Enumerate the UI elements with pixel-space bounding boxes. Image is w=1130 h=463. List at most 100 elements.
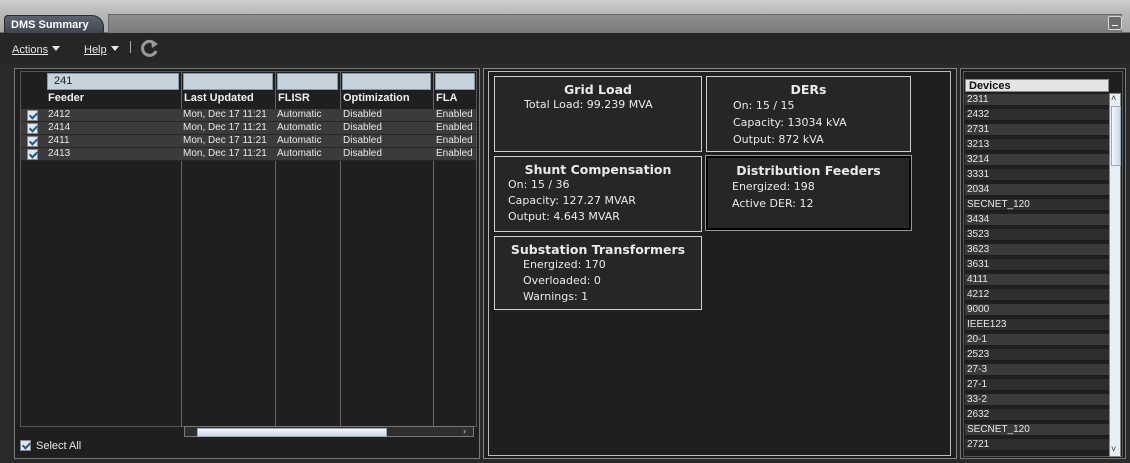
- help-menu[interactable]: Help: [84, 44, 119, 56]
- chevron-down-icon: [110, 46, 119, 51]
- row-checkbox[interactable]: [27, 149, 38, 160]
- scrollbar-thumb[interactable]: [1111, 106, 1121, 166]
- grid-load-card[interactable]: Grid Load Total Load: 99.239 MVA: [494, 76, 702, 152]
- last-updated-cell: Mon, Dec 17 11:21: [183, 122, 267, 133]
- menu-separator: [130, 41, 131, 53]
- ders-card[interactable]: DERs On: 15 / 15 Capacity: 13034 kVA Out…: [706, 76, 911, 152]
- feeders-line: Active DER: 12: [732, 197, 814, 210]
- last-updated-cell: Mon, Dec 17 11:21: [183, 148, 267, 159]
- substation-transformers-card[interactable]: Substation Transformers Energized: 170 O…: [494, 236, 702, 310]
- grid-load-line: Total Load: 99.239 MVA: [524, 98, 653, 111]
- shunt-line: On: 15 / 36: [508, 178, 570, 191]
- flisr-cell: Automatic: [277, 109, 322, 120]
- feeder-cell: 2414: [48, 122, 71, 133]
- distribution-feeders-title: Distribution Feeders: [736, 163, 881, 178]
- device-item[interactable]: 27-1: [965, 379, 1109, 391]
- devices-header: Devices: [965, 79, 1109, 92]
- chevron-down-icon: [52, 46, 61, 51]
- tab-strip: [108, 14, 1122, 34]
- device-item[interactable]: 2523: [965, 349, 1109, 361]
- shunt-compensation-card[interactable]: Shunt Compensation On: 15 / 36 Capacity:…: [494, 156, 702, 232]
- row-checkbox[interactable]: [27, 136, 38, 147]
- device-item[interactable]: 20-1: [965, 334, 1109, 346]
- device-item[interactable]: 2721: [965, 439, 1109, 451]
- device-item[interactable]: 4111: [965, 274, 1109, 286]
- refresh-icon[interactable]: [138, 37, 160, 59]
- grid-load-title: Grid Load: [564, 82, 632, 97]
- device-item[interactable]: 3214: [965, 154, 1109, 166]
- device-item[interactable]: 2731: [965, 124, 1109, 136]
- device-item[interactable]: 2311: [965, 94, 1109, 106]
- device-item[interactable]: 3523: [965, 229, 1109, 241]
- table-row[interactable]: 2411 Mon, Dec 17 11:21 Automatic Disable…: [21, 135, 476, 148]
- ders-title: DERs: [790, 82, 827, 97]
- device-item[interactable]: SECNET_120: [965, 199, 1109, 211]
- row-checkbox[interactable]: [27, 110, 38, 121]
- feeder-cell: 2413: [48, 148, 71, 159]
- scrollbar-thumb[interactable]: [197, 428, 387, 437]
- chevron-up-icon[interactable]: ˄: [1111, 93, 1116, 103]
- column-header-last-updated[interactable]: Last Updated: [184, 92, 254, 105]
- column-header-optimization[interactable]: Optimization: [343, 92, 410, 105]
- column-header-feeder[interactable]: Feeder: [48, 92, 84, 105]
- optimization-cell: Disabled: [343, 109, 382, 120]
- distribution-feeders-card[interactable]: Distribution Feeders Energized: 198 Acti…: [705, 155, 912, 231]
- feeder-filter-input[interactable]: 241: [47, 73, 179, 90]
- column-header-flisr[interactable]: FLISR: [278, 92, 310, 105]
- feeders-line: Energized: 198: [732, 180, 815, 193]
- last-updated-cell: Mon, Dec 17 11:21: [183, 135, 267, 146]
- chevron-left-icon[interactable]: ‹: [186, 426, 189, 436]
- device-item[interactable]: SECNET_120: [965, 424, 1109, 436]
- optimization-filter-input[interactable]: [342, 73, 431, 90]
- fla-filter-input[interactable]: [435, 73, 475, 90]
- fla-cell: Enabled: [436, 122, 473, 133]
- device-item[interactable]: 2432: [965, 109, 1109, 121]
- device-item[interactable]: 3434: [965, 214, 1109, 226]
- device-item[interactable]: 3631: [965, 259, 1109, 271]
- device-item[interactable]: 3213: [965, 139, 1109, 151]
- ders-line: Output: 872 kVA: [733, 133, 824, 146]
- table-row[interactable]: 2413 Mon, Dec 17 11:21 Automatic Disable…: [21, 148, 476, 161]
- select-all-checkbox[interactable]: [20, 440, 31, 451]
- fla-cell: Enabled: [436, 148, 473, 159]
- fla-cell: Enabled: [436, 135, 473, 146]
- actions-menu[interactable]: Actions: [12, 44, 61, 56]
- device-item[interactable]: 3331: [965, 169, 1109, 181]
- flisr-cell: Automatic: [277, 135, 322, 146]
- fla-cell: Enabled: [436, 109, 473, 120]
- flisr-filter-input[interactable]: [277, 73, 338, 90]
- feeder-cell: 2412: [48, 109, 71, 120]
- optimization-cell: Disabled: [343, 122, 382, 133]
- select-all-label: Select All: [36, 440, 82, 452]
- device-item[interactable]: 2632: [965, 409, 1109, 421]
- tab-dms-summary[interactable]: DMS Summary: [4, 15, 104, 34]
- table-row[interactable]: 2412 Mon, Dec 17 11:21 Automatic Disable…: [21, 109, 476, 122]
- device-item[interactable]: IEEE123: [965, 319, 1109, 331]
- last-updated-cell: Mon, Dec 17 11:21: [183, 109, 267, 120]
- tab-bar: DMS Summary: [0, 0, 1130, 34]
- vertical-scrollbar[interactable]: ˄ ˅: [1109, 93, 1121, 457]
- table-row[interactable]: 2414 Mon, Dec 17 11:21 Automatic Disable…: [21, 122, 476, 135]
- device-item[interactable]: 33-2: [965, 394, 1109, 406]
- chevron-right-icon[interactable]: ›: [463, 426, 466, 436]
- device-item[interactable]: 2034: [965, 184, 1109, 196]
- device-item[interactable]: 27-3: [965, 364, 1109, 376]
- column-header-fla[interactable]: FLA: [436, 92, 457, 105]
- ders-line: Capacity: 13034 kVA: [733, 116, 847, 129]
- ders-line: On: 15 / 15: [733, 99, 795, 112]
- flisr-cell: Automatic: [277, 148, 322, 159]
- row-checkbox[interactable]: [27, 123, 38, 134]
- minimize-icon[interactable]: [1108, 16, 1122, 30]
- horizontal-scrollbar[interactable]: ‹ ›: [184, 426, 474, 437]
- device-item[interactable]: 4212: [965, 289, 1109, 301]
- chevron-down-icon[interactable]: ˅: [1111, 444, 1116, 454]
- substation-transformers-title: Substation Transformers: [510, 242, 686, 257]
- device-item[interactable]: 9000: [965, 304, 1109, 316]
- optimization-cell: Disabled: [343, 135, 382, 146]
- optimization-cell: Disabled: [343, 148, 382, 159]
- help-menu-label: Help: [84, 44, 107, 56]
- device-item[interactable]: 3623: [965, 244, 1109, 256]
- flisr-cell: Automatic: [277, 122, 322, 133]
- shunt-line: Output: 4.643 MVAR: [508, 210, 620, 223]
- last-updated-filter-input[interactable]: [183, 73, 273, 90]
